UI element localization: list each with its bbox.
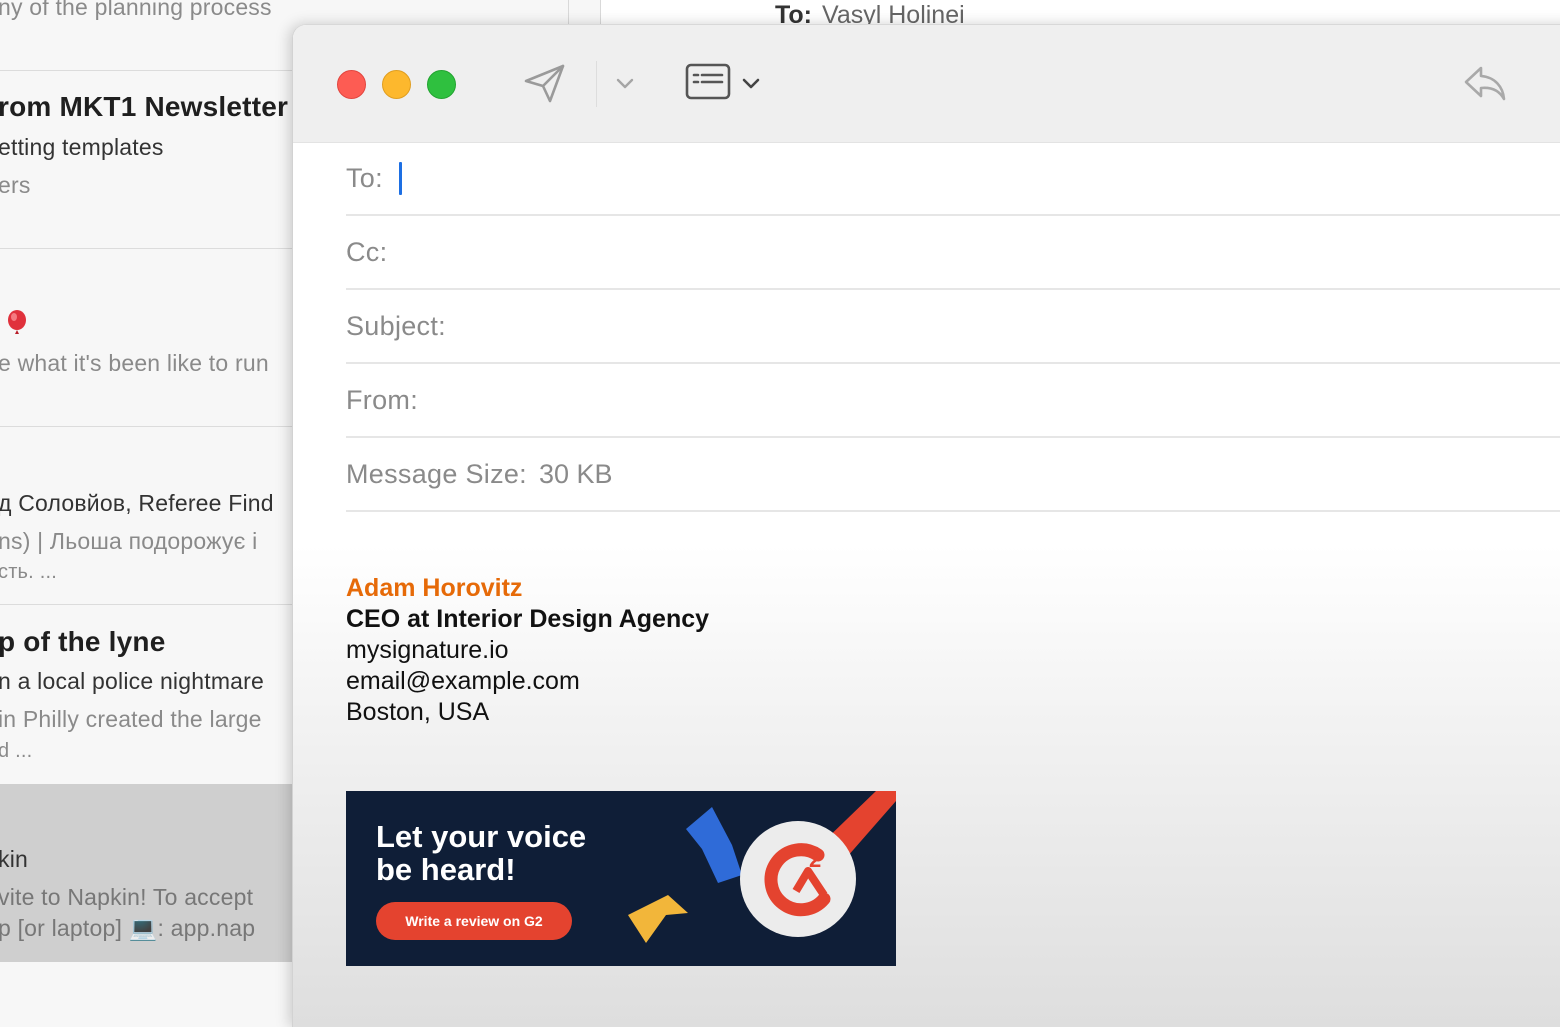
banner-headline-line2: be heard! — [376, 852, 516, 887]
close-window-button[interactable] — [337, 70, 366, 99]
email-signature: Adam Horovitz CEO at Interior Design Age… — [346, 573, 709, 728]
list-item-sender: kin — [0, 846, 29, 872]
balloon-emoji-icon — [8, 310, 26, 334]
header-fields-icon[interactable] — [685, 63, 731, 101]
blue-shape — [686, 807, 742, 883]
g2-logo-superscript: 2 — [809, 847, 821, 872]
list-divider — [0, 248, 300, 249]
signature-email[interactable]: email@example.com — [346, 666, 709, 697]
banner-headline: Let your voice be heard! — [376, 820, 586, 886]
signature-website[interactable]: mysignature.io — [346, 635, 709, 666]
list-item-snippet: vite to Napkin! To accept — [0, 884, 253, 911]
send-options-chevron-down-icon[interactable] — [615, 77, 635, 91]
compose-toolbar — [293, 25, 1560, 143]
g2-review-banner[interactable]: 2 Let your voice be heard! Write a revie… — [346, 791, 896, 966]
header-fields: To: Cc: Subject: From: Message Size: 30 … — [346, 142, 1560, 512]
signature-name: Adam Horovitz — [346, 574, 523, 602]
text-cursor — [398, 161, 402, 195]
list-divider — [0, 70, 300, 71]
minimize-window-button[interactable] — [382, 70, 411, 99]
from-field-label: From: — [346, 384, 418, 415]
reply-arrow-icon[interactable] — [1463, 65, 1507, 103]
compose-window: To: Cc: Subject: From: Message Size: 30 … — [292, 24, 1560, 1027]
paper-plane-icon[interactable] — [523, 63, 567, 105]
subject-field-label: Subject: — [346, 310, 446, 341]
list-item-snippet: p [or laptop] 💻: app.nap — [0, 915, 255, 942]
list-divider — [0, 426, 300, 427]
subject-field[interactable]: Subject: — [346, 290, 1560, 364]
cc-field[interactable]: Cc: — [346, 216, 1560, 290]
message-size-value: 30 KB — [538, 458, 613, 489]
list-item-sender[interactable]: p of the lyne — [0, 626, 166, 658]
zoom-window-button[interactable] — [427, 70, 456, 99]
list-item-snippet: in Philly created the large — [0, 706, 262, 732]
list-item-snippet: ns) | Льоша подорожує і — [0, 528, 258, 554]
list-item-subject: д Соловйов, Referee Find — [0, 490, 274, 516]
yellow-shape — [628, 895, 688, 943]
list-item-snippet: d ... — [0, 740, 33, 762]
header-fields-chevron-down-icon[interactable] — [741, 77, 761, 91]
message-size-row: Message Size: 30 KB — [346, 438, 1560, 512]
list-item-subject: n a local police nightmare — [0, 668, 265, 694]
toolbar-separator — [596, 61, 597, 107]
banner-headline-line1: Let your voice — [376, 819, 587, 854]
signature-location: Boston, USA — [346, 698, 490, 726]
from-field[interactable]: From: — [346, 364, 1560, 438]
list-item-sender[interactable]: rom MKT1 Newsletter — [0, 91, 288, 123]
g2-logo-circle — [740, 821, 856, 937]
list-item-snippet: ers — [0, 172, 31, 198]
list-item-subject: etting templates — [0, 134, 164, 160]
signature-title: CEO at Interior Design Agency — [346, 605, 710, 633]
list-item-snippet: e what it's been like to run — [0, 350, 269, 376]
to-field-label: To: — [346, 162, 383, 193]
list-divider — [0, 604, 300, 605]
cc-field-label: Cc: — [346, 236, 388, 267]
list-item-snippet: сть. ... — [0, 561, 57, 583]
to-field[interactable]: To: — [346, 142, 1560, 216]
message-size-label: Message Size: — [346, 458, 527, 489]
write-review-button[interactable]: Write a review on G2 — [376, 902, 572, 940]
list-item-snippet: ny of the planning process — [0, 0, 272, 20]
